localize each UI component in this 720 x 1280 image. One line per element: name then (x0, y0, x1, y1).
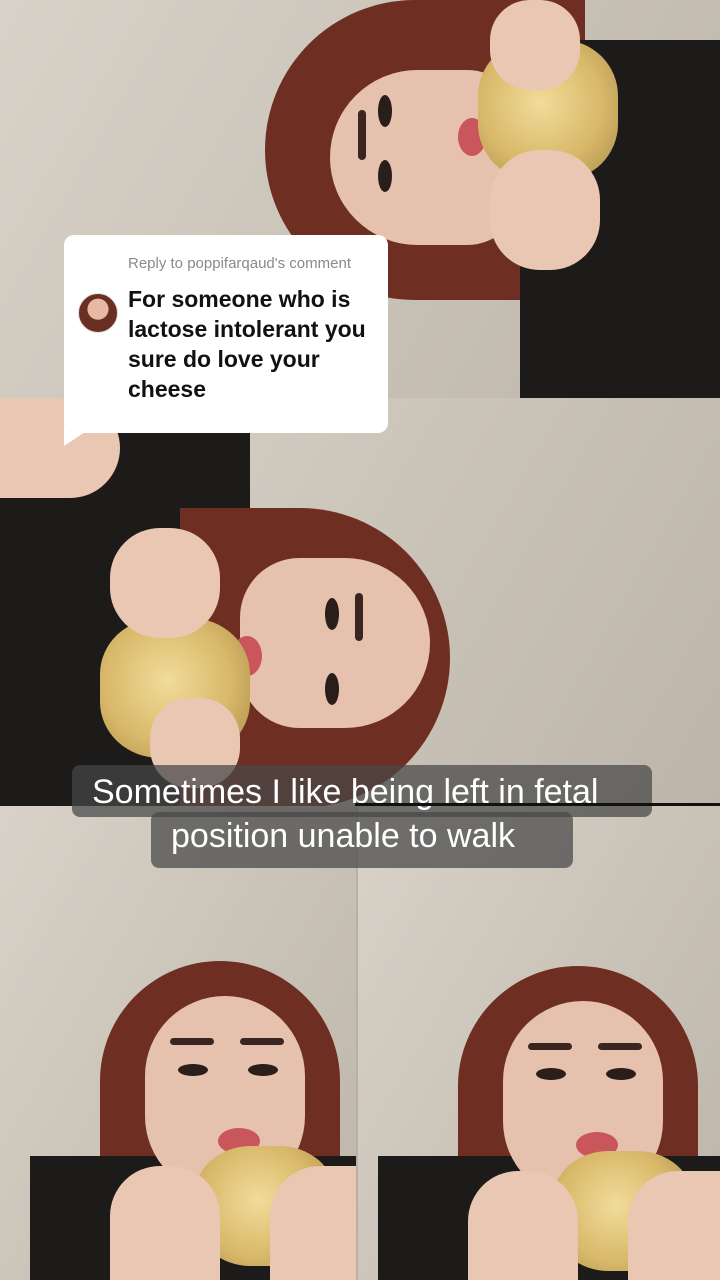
caption-line-2: position unable to walk (171, 817, 516, 855)
video-frame-middle (0, 398, 720, 806)
bubble-tail (64, 426, 94, 446)
video-frame-bottom-right (358, 806, 720, 1280)
comment-text: For someone who is lactose intolerant yo… (128, 286, 366, 402)
reply-to-label: Reply to poppifarqaud's comment (128, 255, 351, 272)
video-frame-bottom-left (0, 806, 356, 1280)
commenter-avatar (78, 293, 118, 333)
hand-shape (490, 0, 580, 90)
comment-reply-sticker[interactable]: Reply to poppifarqaud's comment For some… (64, 235, 388, 433)
progress-line (355, 803, 720, 806)
caption-line-1: Sometimes I like being left in fetal (92, 773, 599, 811)
